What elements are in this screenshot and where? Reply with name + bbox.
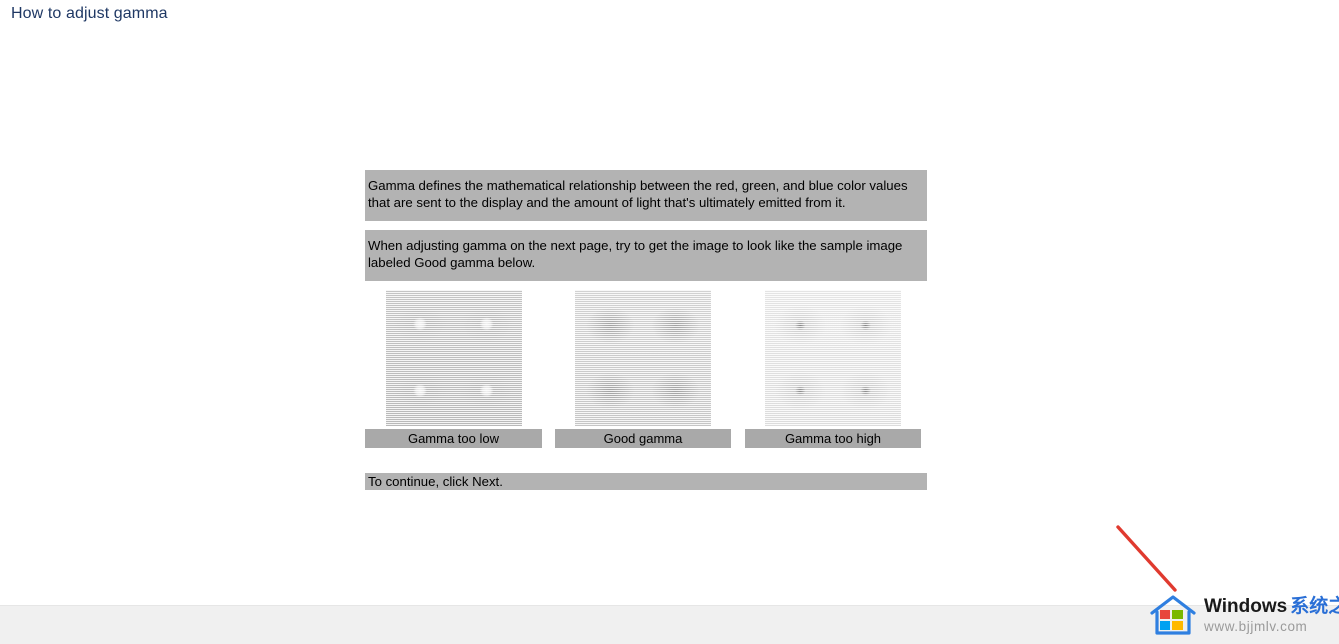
gamma-description-paragraph: Gamma defines the mathematical relations… [365, 170, 927, 221]
sample-label-gamma-too-low: Gamma too low [365, 429, 542, 448]
watermark-brand-cn: 系统之家 [1290, 595, 1339, 617]
sample-blobs [575, 290, 711, 426]
watermark: Windows系统之家 www.bjjmlv.com [1148, 590, 1339, 640]
wizard-content: Gamma defines the mathematical relations… [365, 170, 927, 490]
gamma-samples-row: Gamma too low Good gamma Gamma too high [365, 290, 927, 448]
page-title: How to adjust gamma [11, 5, 168, 22]
watermark-url: www.bjjmlv.com [1204, 618, 1308, 634]
sample-blobs [765, 290, 901, 426]
sample-image-gamma-too-low [386, 290, 522, 426]
sample-label-good-gamma: Good gamma [555, 429, 731, 448]
sample-label-gamma-too-high: Gamma too high [745, 429, 921, 448]
watermark-brand: Windows [1204, 595, 1288, 617]
watermark-brand-line: Windows系统之家 [1204, 597, 1339, 616]
sample-blobs [386, 290, 522, 426]
windows-house-logo-icon [1150, 595, 1196, 635]
sample-image-good-gamma [575, 290, 711, 426]
sample-image-gamma-too-high [765, 290, 901, 426]
continue-instruction: To continue, click Next. [365, 473, 927, 490]
watermark-text: Windows系统之家 www.bjjmlv.com [1204, 597, 1339, 634]
gamma-instruction-paragraph: When adjusting gamma on the next page, t… [365, 230, 927, 281]
footer-bar [0, 605, 1339, 644]
